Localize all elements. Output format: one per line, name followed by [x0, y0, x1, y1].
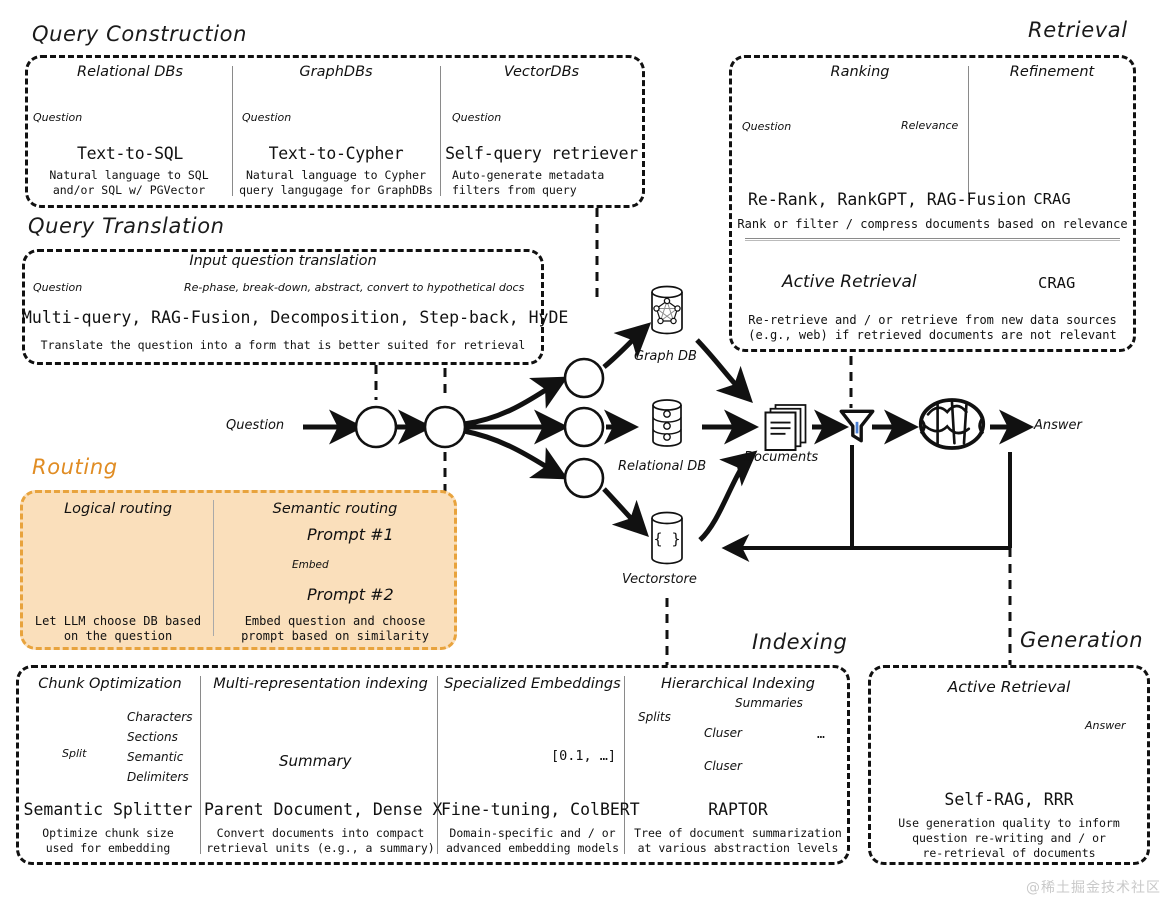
diagram-canvas: { } — [0, 0, 1169, 901]
indexing-p4-desc: Tree of document summarization at variou… — [634, 826, 842, 855]
routing-embed-label: Embed — [292, 559, 329, 571]
retrieval-refinement-name: CRAG — [1033, 190, 1071, 208]
routing-prompt-1-label: Prompt #1 — [307, 525, 394, 544]
generation-desc: Use generation quality to inform questio… — [898, 816, 1120, 860]
llm-brain-icon — [918, 398, 986, 450]
indexing-p2-head: Multi-representation indexing — [213, 676, 428, 692]
indexing-split-label: Split — [62, 747, 87, 760]
vectorstore-label: Vectorstore — [622, 572, 697, 587]
qc-panel-head-relational: Relational DBs — [77, 64, 183, 80]
indexing-cluster-1-label: Cluser — [704, 726, 742, 740]
generation-answer-label: Answer — [1085, 719, 1126, 732]
qc-panel-head-vector: VectorDBs — [503, 64, 580, 80]
indexing-p1-desc: Optimize chunk size used for embedding — [42, 826, 174, 855]
generation-head: Active Retrieval — [947, 678, 1071, 696]
routing-panel-head-semantic: Semantic routing — [272, 501, 398, 517]
qc-panel-name-self-query: Self-query retriever — [445, 144, 638, 163]
qc-panel-2-question-label: Question — [242, 111, 292, 124]
retrieval-active-label: Active Retrieval — [782, 272, 917, 292]
relational-db-label: Relational DB — [618, 459, 707, 474]
indexing-split-item-characters: Characters — [127, 710, 193, 724]
section-title-generation: Generation — [1020, 628, 1144, 652]
qc-panel-desc-vector: Auto-generate metadata filters from quer… — [452, 168, 605, 197]
indexing-cluster-2-label: Cluser — [704, 759, 742, 773]
documents-label: Documents — [744, 450, 819, 465]
indexing-p4-name: RAPTOR — [708, 800, 768, 819]
qc-panel-head-graph: GraphDBs — [299, 64, 373, 80]
qc-panel-name-text-to-cypher: Text-to-Cypher — [268, 144, 404, 163]
qt-methods: Multi-query, RAG-Fusion, Decomposition, … — [22, 308, 569, 327]
retrieval-relevance-label: Relevance — [901, 119, 959, 132]
answer-label: Answer — [1034, 418, 1082, 433]
retrieval-active-name: CRAG — [1038, 274, 1076, 292]
flow-node-1 — [354, 405, 398, 449]
section-title-indexing: Indexing — [752, 630, 848, 654]
indexing-divider-1 — [200, 676, 201, 854]
qc-divider-2 — [440, 66, 441, 196]
route-node-graph — [563, 357, 605, 399]
qc-panel-name-text-to-sql: Text-to-SQL — [77, 144, 183, 163]
qt-head: Input question translation — [189, 253, 377, 269]
routing-panel-head-logical: Logical routing — [64, 501, 172, 517]
retrieval-active-desc: Re-retrieve and / or retrieve from new d… — [748, 313, 1117, 342]
indexing-p1-head: Chunk Optimization — [38, 676, 182, 692]
routing-panel-desc-logical: Let LLM choose DB based on the question — [34, 614, 202, 643]
indexing-split-item-sections: Sections — [127, 730, 178, 744]
qt-flow-out-label: Re-phase, break-down, abstract, convert … — [184, 281, 525, 294]
section-title-query-translation: Query Translation — [28, 214, 225, 238]
qc-panel-1-question-label: Question — [33, 111, 83, 124]
indexing-p3-desc: Domain-specific and / or advanced embedd… — [445, 826, 620, 855]
retrieval-divider — [968, 66, 969, 194]
route-node-vector — [563, 457, 605, 499]
routing-panel-desc-semantic: Embed question and choose prompt based o… — [241, 614, 429, 643]
flow-node-2 — [423, 405, 467, 449]
route-node-relational — [563, 406, 605, 448]
qt-question-label: Question — [33, 281, 83, 294]
routing-prompt-2-label: Prompt #2 — [307, 585, 394, 604]
qc-panel-desc-graph: Natural language to Cypher query languga… — [239, 168, 433, 197]
section-title-routing: Routing — [32, 455, 118, 479]
indexing-p2-name: Parent Document, Dense X — [204, 800, 443, 819]
indexing-p2-desc: Convert documents into compact retrieval… — [206, 826, 435, 855]
retrieval-hsep — [745, 238, 1120, 239]
qc-panel-desc-relational: Natural language to SQL and/or SQL w/ PG… — [49, 168, 209, 197]
retrieval-shared-desc: Rank or filter / compress documents base… — [737, 217, 1128, 231]
retrieval-ranking-question-label: Question — [742, 120, 792, 133]
indexing-summary-label: Summary — [279, 752, 352, 770]
indexing-summaries-label: Summaries — [735, 696, 803, 710]
generation-name: Self-RAG, RRR — [944, 790, 1074, 809]
indexing-split-item-delimiters: Delimiters — [127, 770, 189, 784]
qc-panel-3-question-label: Question — [452, 111, 502, 124]
indexing-p3-head: Specialized Embeddings — [444, 676, 621, 692]
section-title-query-construction: Query Construction — [32, 22, 248, 46]
indexing-ellipsis-label: … — [817, 727, 825, 742]
qt-desc: Translate the question into a form that … — [40, 338, 526, 352]
indexing-p1-name: Semantic Splitter — [23, 800, 193, 819]
indexing-embedding-vector-label: [0.1, …] — [551, 748, 617, 764]
indexing-splits-label: Splits — [638, 710, 671, 724]
graph-db-label: Graph DB — [634, 349, 697, 364]
retrieval-ranking-head: Ranking — [830, 64, 890, 80]
indexing-p3-name: Fine-tuning, ColBERT — [441, 800, 640, 819]
indexing-p4-head: Hierarchical Indexing — [661, 676, 815, 692]
indexing-split-item-semantic: Semantic — [127, 750, 184, 764]
retrieval-refinement-head: Refinement — [1009, 64, 1095, 80]
section-title-retrieval: Retrieval — [1028, 18, 1128, 42]
watermark: @稀土掘金技术社区 — [1026, 880, 1161, 896]
main-question-label: Question — [226, 418, 285, 433]
